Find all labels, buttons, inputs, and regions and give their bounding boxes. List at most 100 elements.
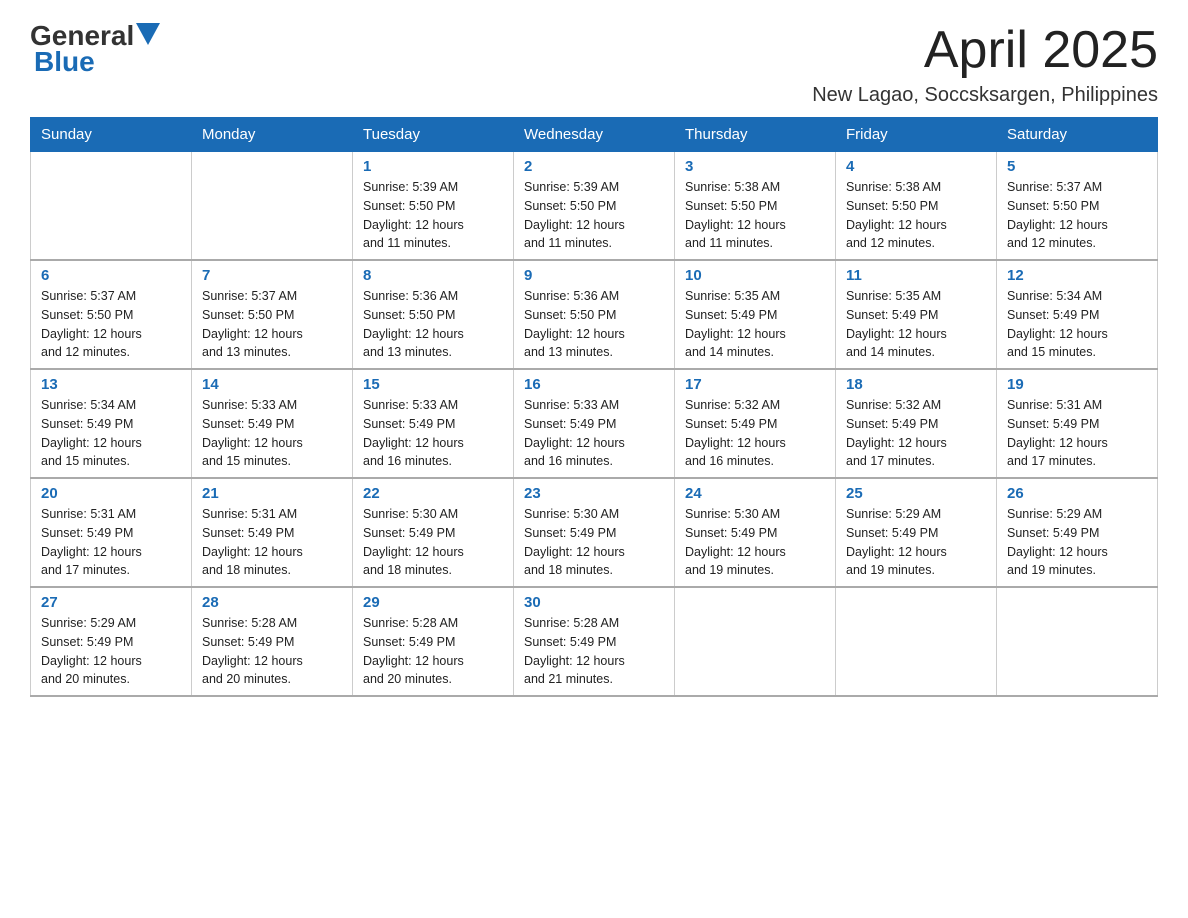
header-monday: Monday [192,118,353,152]
calendar-cell: 26 Sunrise: 5:29 AMSunset: 5:49 PMDayligh… [997,478,1158,587]
logo-blue: Blue [34,46,95,78]
calendar-week-row: 13 Sunrise: 5:34 AMSunset: 5:49 PMDayligh… [31,369,1158,478]
header-wednesday: Wednesday [514,118,675,152]
calendar-cell: 1 Sunrise: 5:39 AMSunset: 5:50 PMDaylight… [353,152,514,261]
day-info: Sunrise: 5:30 AMSunset: 5:49 PMDaylight:… [685,505,825,580]
day-number: 11 [846,267,986,284]
day-number: 25 [846,485,986,502]
calendar-cell: 8 Sunrise: 5:36 AMSunset: 5:50 PMDaylight… [353,260,514,369]
day-number: 22 [363,485,503,502]
calendar-cell [31,152,192,261]
day-info: Sunrise: 5:29 AMSunset: 5:49 PMDaylight:… [41,614,181,689]
calendar-cell: 17Sunrise: 5:32 AMSunset: 5:49 PMDayligh… [675,369,836,478]
calendar-cell: 23 Sunrise: 5:30 AMSunset: 5:49 PMDayligh… [514,478,675,587]
calendar-cell: 13 Sunrise: 5:34 AMSunset: 5:49 PMDayligh… [31,369,192,478]
day-info: Sunrise: 5:32 AMSunset: 5:49 PMDaylight:… [846,396,986,471]
month-title: April 2025 [812,20,1158,80]
day-number: 13 [41,376,181,393]
day-info: Sunrise: 5:38 AMSunset: 5:50 PMDaylight:… [685,178,825,253]
calendar-cell: 18Sunrise: 5:32 AMSunset: 5:49 PMDayligh… [836,369,997,478]
calendar-cell: 19Sunrise: 5:31 AMSunset: 5:49 PMDayligh… [997,369,1158,478]
day-info: Sunrise: 5:39 AMSunset: 5:50 PMDaylight:… [363,178,503,253]
calendar-cell: 20 Sunrise: 5:31 AMSunset: 5:49 PMDayligh… [31,478,192,587]
calendar-cell: 14 Sunrise: 5:33 AMSunset: 5:49 PMDayligh… [192,369,353,478]
calendar-cell: 22 Sunrise: 5:30 AMSunset: 5:49 PMDayligh… [353,478,514,587]
day-info: Sunrise: 5:28 AMSunset: 5:49 PMDaylight:… [363,614,503,689]
calendar-week-row: 27 Sunrise: 5:29 AMSunset: 5:49 PMDayligh… [31,587,1158,696]
day-info: Sunrise: 5:33 AMSunset: 5:49 PMDaylight:… [524,396,664,471]
day-info: Sunrise: 5:30 AMSunset: 5:49 PMDaylight:… [363,505,503,580]
calendar-cell: 7 Sunrise: 5:37 AMSunset: 5:50 PMDaylight… [192,260,353,369]
day-info: Sunrise: 5:35 AMSunset: 5:49 PMDaylight:… [846,287,986,362]
day-number: 15 [363,376,503,393]
day-info: Sunrise: 5:38 AMSunset: 5:50 PMDaylight:… [846,178,986,253]
day-number: 16 [524,376,664,393]
calendar-cell: 30 Sunrise: 5:28 AMSunset: 5:49 PMDayligh… [514,587,675,696]
day-number: 7 [202,267,342,284]
day-info: Sunrise: 5:28 AMSunset: 5:49 PMDaylight:… [524,614,664,689]
day-info: Sunrise: 5:31 AMSunset: 5:49 PMDaylight:… [41,505,181,580]
calendar-cell: 4 Sunrise: 5:38 AMSunset: 5:50 PMDaylight… [836,152,997,261]
header-saturday: Saturday [997,118,1158,152]
calendar-cell: 6 Sunrise: 5:37 AMSunset: 5:50 PMDaylight… [31,260,192,369]
day-number: 28 [202,594,342,611]
calendar-cell: 5Sunrise: 5:37 AMSunset: 5:50 PMDaylight… [997,152,1158,261]
calendar-week-row: 6 Sunrise: 5:37 AMSunset: 5:50 PMDaylight… [31,260,1158,369]
day-number: 12 [1007,267,1147,284]
day-number: 4 [846,158,986,175]
day-info: Sunrise: 5:37 AMSunset: 5:50 PMDaylight:… [41,287,181,362]
calendar-cell: 12 Sunrise: 5:34 AMSunset: 5:49 PMDayligh… [997,260,1158,369]
calendar-cell: 15Sunrise: 5:33 AMSunset: 5:49 PMDayligh… [353,369,514,478]
day-number: 10 [685,267,825,284]
day-number: 1 [363,158,503,175]
day-info: Sunrise: 5:29 AMSunset: 5:49 PMDaylight:… [1007,505,1147,580]
calendar-header-row: SundayMondayTuesdayWednesdayThursdayFrid… [31,118,1158,152]
day-info: Sunrise: 5:37 AMSunset: 5:50 PMDaylight:… [202,287,342,362]
calendar-table: SundayMondayTuesdayWednesdayThursdayFrid… [30,117,1158,697]
calendar-cell [675,587,836,696]
day-info: Sunrise: 5:37 AMSunset: 5:50 PMDaylight:… [1007,178,1147,253]
day-number: 23 [524,485,664,502]
day-info: Sunrise: 5:36 AMSunset: 5:50 PMDaylight:… [363,287,503,362]
day-number: 20 [41,485,181,502]
calendar-cell: 25 Sunrise: 5:29 AMSunset: 5:49 PMDayligh… [836,478,997,587]
logo: General Blue [30,20,160,78]
day-info: Sunrise: 5:33 AMSunset: 5:49 PMDaylight:… [202,396,342,471]
header-sunday: Sunday [31,118,192,152]
calendar-cell: 9 Sunrise: 5:36 AMSunset: 5:50 PMDaylight… [514,260,675,369]
calendar-week-row: 20 Sunrise: 5:31 AMSunset: 5:49 PMDayligh… [31,478,1158,587]
day-number: 29 [363,594,503,611]
day-info: Sunrise: 5:34 AMSunset: 5:49 PMDaylight:… [41,396,181,471]
calendar-cell [997,587,1158,696]
logo-triangle-icon [136,23,160,45]
page-header: General Blue April 2025 New Lagao, Soccs… [30,20,1158,107]
calendar-cell: 10Sunrise: 5:35 AMSunset: 5:49 PMDayligh… [675,260,836,369]
calendar-cell: 27 Sunrise: 5:29 AMSunset: 5:49 PMDayligh… [31,587,192,696]
calendar-week-row: 1 Sunrise: 5:39 AMSunset: 5:50 PMDaylight… [31,152,1158,261]
day-number: 26 [1007,485,1147,502]
day-info: Sunrise: 5:39 AMSunset: 5:50 PMDaylight:… [524,178,664,253]
header-thursday: Thursday [675,118,836,152]
day-info: Sunrise: 5:36 AMSunset: 5:50 PMDaylight:… [524,287,664,362]
calendar-cell: 28Sunrise: 5:28 AMSunset: 5:49 PMDayligh… [192,587,353,696]
day-number: 3 [685,158,825,175]
day-info: Sunrise: 5:31 AMSunset: 5:49 PMDaylight:… [202,505,342,580]
title-section: April 2025 New Lagao, Soccsksargen, Phil… [812,20,1158,107]
calendar-cell: 11 Sunrise: 5:35 AMSunset: 5:49 PMDayligh… [836,260,997,369]
header-tuesday: Tuesday [353,118,514,152]
day-number: 24 [685,485,825,502]
day-number: 30 [524,594,664,611]
calendar-cell: 21Sunrise: 5:31 AMSunset: 5:49 PMDayligh… [192,478,353,587]
day-info: Sunrise: 5:34 AMSunset: 5:49 PMDaylight:… [1007,287,1147,362]
calendar-cell [836,587,997,696]
day-number: 14 [202,376,342,393]
day-number: 27 [41,594,181,611]
day-number: 6 [41,267,181,284]
day-number: 17 [685,376,825,393]
day-number: 8 [363,267,503,284]
day-info: Sunrise: 5:29 AMSunset: 5:49 PMDaylight:… [846,505,986,580]
calendar-cell: 16 Sunrise: 5:33 AMSunset: 5:49 PMDayligh… [514,369,675,478]
day-info: Sunrise: 5:30 AMSunset: 5:49 PMDaylight:… [524,505,664,580]
calendar-cell: 29 Sunrise: 5:28 AMSunset: 5:49 PMDayligh… [353,587,514,696]
day-number: 9 [524,267,664,284]
